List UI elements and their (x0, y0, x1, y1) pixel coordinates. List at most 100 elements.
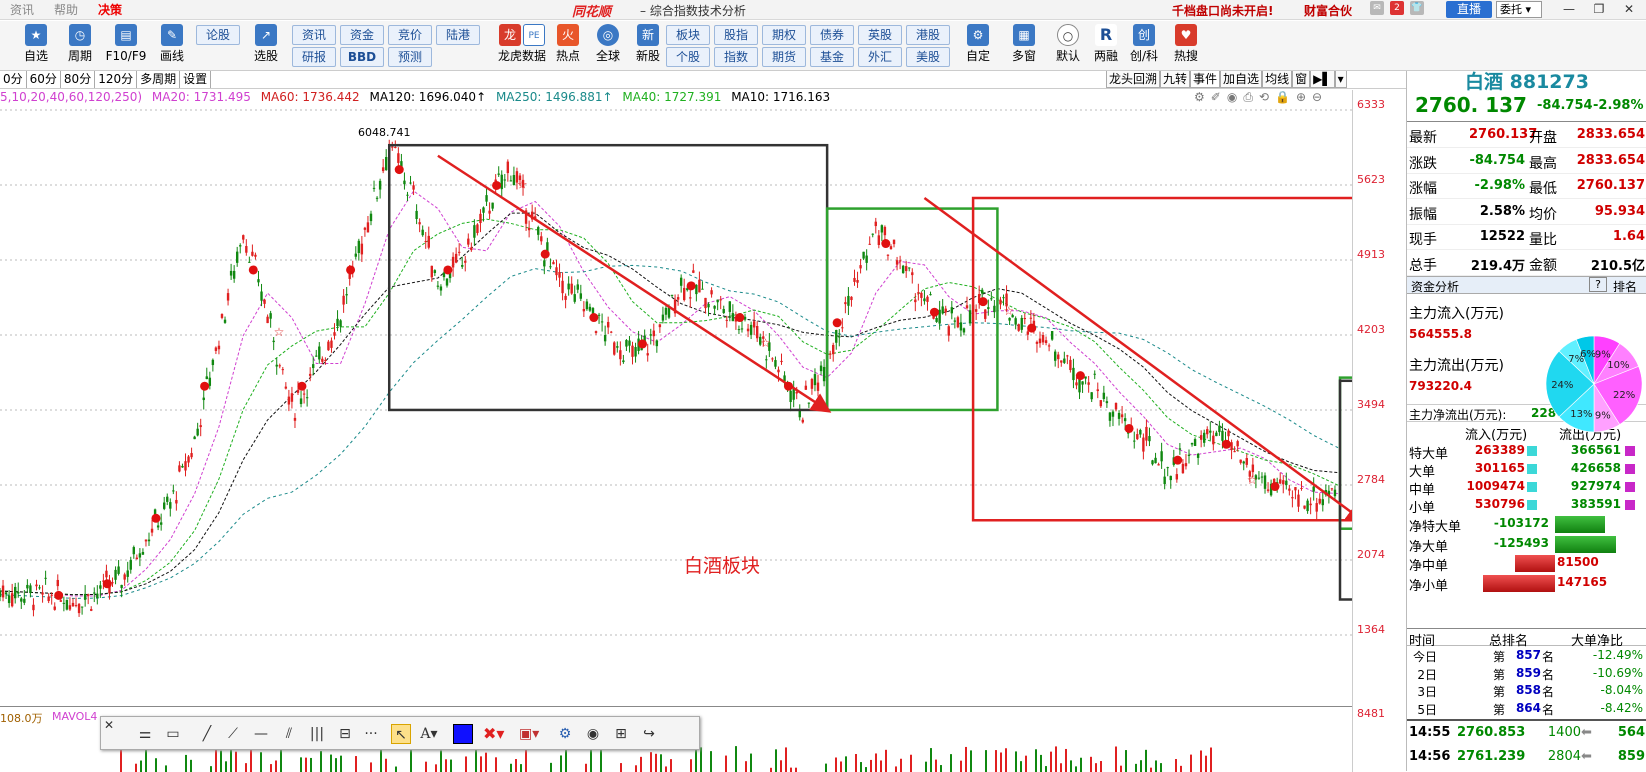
btn-stock[interactable]: 个股 (666, 47, 710, 67)
price-chart[interactable]: ☆ ☆ ☆ ☆ ☆ 6048.741 白酒板块 (0, 106, 1352, 706)
tool-custom[interactable]: ⚙ 自定 (956, 24, 1000, 63)
btn-sector[interactable]: 板块 (666, 25, 710, 45)
tab-window[interactable]: 窗 (1292, 71, 1311, 88)
btn-bonds[interactable]: 债券 (810, 25, 854, 45)
color-picker-icon[interactable] (453, 724, 473, 744)
candle-body (731, 313, 735, 322)
close-button[interactable]: ✕ (1614, 0, 1644, 19)
print-icon[interactable]: ⎙ (1243, 90, 1253, 105)
btn-index-futures[interactable]: 股指 (714, 25, 758, 45)
tool-hotspot[interactable]: 火热点 (546, 24, 590, 63)
sliders-icon[interactable]: ⚌ (135, 724, 155, 744)
shirt-icon[interactable]: 👕 (1410, 1, 1424, 15)
tool-hot-search[interactable]: ♥ 热搜 (1164, 24, 1208, 63)
tool-star-market[interactable]: 创创/科 (1122, 24, 1166, 63)
ray-icon[interactable]: ⟋ (223, 724, 243, 744)
candle-body (327, 341, 330, 351)
tab-leader-review[interactable]: 龙头回溯 (1106, 71, 1161, 88)
fan-icon[interactable]: ⫽ (279, 724, 299, 744)
eye-icon[interactable]: ◉ (1227, 90, 1237, 105)
order-dropdown[interactable]: 委托 ▾ (1496, 1, 1542, 18)
tool-draw[interactable]: ✎ 画线 (150, 24, 194, 63)
tool-multi-window[interactable]: ▦ 多窗 (1002, 24, 1046, 63)
btn-hk-stocks[interactable]: 港股 (906, 25, 950, 45)
candle-body (597, 314, 601, 316)
order-book-notice[interactable]: 千档盘口尚未开启! (1172, 2, 1273, 19)
candle-body (263, 299, 266, 304)
period-settings[interactable]: 设置 (180, 71, 212, 88)
refresh-icon[interactable]: ⟲ (1259, 90, 1269, 105)
tab-nine-turn[interactable]: 九转 (1160, 71, 1191, 88)
btn-us-stocks[interactable]: 美股 (906, 47, 950, 67)
period-120[interactable]: 120分 (95, 71, 138, 88)
tab-add-watch[interactable]: 加自选 (1220, 71, 1263, 88)
save-icon[interactable]: ▣▾ (519, 724, 539, 744)
tab-ma[interactable]: 均线 (1262, 71, 1293, 88)
parallel-icon[interactable]: ||| (307, 724, 327, 744)
brush-icon[interactable]: ✐ (1211, 90, 1221, 105)
live-button[interactable]: 直播 (1446, 1, 1492, 18)
zoom-out-icon[interactable]: ⊖ (1312, 90, 1322, 105)
tab-events[interactable]: 事件 (1190, 71, 1221, 88)
settings-icon[interactable]: ⚙ (1194, 90, 1205, 105)
bell-icon[interactable]: 2 (1390, 1, 1404, 15)
tool-f10[interactable]: ▤ F10/F9 (104, 24, 148, 63)
candle-body (175, 499, 178, 504)
period-80[interactable]: 80分 (61, 71, 96, 88)
candle-body (421, 229, 424, 236)
btn-futures[interactable]: 期货 (762, 47, 806, 67)
btn-uk-stocks[interactable]: 英股 (858, 25, 902, 45)
channel-icon[interactable]: ⊟ (335, 724, 355, 744)
more-icon[interactable]: ··· (361, 724, 381, 744)
tool-watchlist[interactable]: ★ 自选 (14, 24, 58, 63)
period-60[interactable]: 60分 (27, 71, 61, 88)
close-icon[interactable]: ✕ (99, 715, 119, 735)
btn-funds[interactable]: 资金 (340, 25, 384, 45)
tool-stock-pick[interactable]: ↗ 选股 (244, 24, 288, 63)
btn-forecast[interactable]: 预测 (388, 47, 432, 67)
candle-body (819, 365, 823, 372)
btn-research[interactable]: 研报 (292, 47, 336, 67)
lock-icon[interactable]: 🔒 (1275, 90, 1290, 105)
btn-options[interactable]: 期权 (762, 25, 806, 45)
menu-item-news[interactable]: 资讯 (0, 2, 44, 18)
play-icon[interactable]: ▶▌ (1310, 71, 1335, 88)
text-tool-icon[interactable]: A▾ (419, 724, 439, 744)
btn-hk-connect[interactable]: 陆港 (436, 25, 480, 45)
wealth-partner-link[interactable]: 财富合伙 (1304, 2, 1352, 19)
share-icon[interactable]: ↪ (639, 724, 659, 744)
delete-icon[interactable]: ✖▾ (483, 724, 504, 744)
volume-bar (930, 748, 932, 772)
btn-index[interactable]: 指数 (714, 47, 758, 67)
menu-item-help[interactable]: 帮助 (44, 2, 88, 18)
help-icon[interactable]: ? (1589, 277, 1607, 292)
btn-news[interactable]: 资讯 (292, 25, 336, 45)
btn-auction[interactable]: 竞价 (388, 25, 432, 45)
btn-funds-market[interactable]: 基金 (810, 47, 854, 67)
restore-button[interactable]: ❐ (1584, 0, 1614, 19)
btn-discuss[interactable]: 论股 (196, 25, 240, 45)
menu-item-decision[interactable]: 决策 (88, 2, 132, 18)
tool-new-stock[interactable]: 新新股 (626, 24, 670, 63)
chevron-down-icon[interactable]: ▾ (1334, 71, 1347, 88)
minimize-button[interactable]: — (1554, 0, 1584, 19)
grid-icon[interactable]: ⊞ (611, 724, 631, 744)
cursor-icon[interactable]: ↖ (391, 724, 411, 744)
line-icon[interactable]: ╱ (197, 724, 217, 744)
btn-forex[interactable]: 外汇 (858, 47, 902, 67)
tool-global[interactable]: ◎ 全球 (586, 24, 630, 63)
segment-icon[interactable]: — (251, 724, 271, 744)
fund-rank-tab[interactable]: 排名 (1613, 278, 1637, 295)
candle-body (555, 267, 558, 276)
mail-icon[interactable]: ✉ (1370, 1, 1384, 15)
zoom-in-icon[interactable]: ⊕ (1296, 90, 1306, 105)
period-multi[interactable]: 多周期 (137, 71, 181, 88)
volume-axis-label: 8481 (1357, 707, 1385, 720)
gear-icon[interactable]: ⚙ (555, 724, 575, 744)
tool-period[interactable]: ◷ 周期 (58, 24, 102, 63)
eye-icon[interactable]: ◉ (583, 724, 603, 744)
btn-bbd[interactable]: BBD (340, 47, 384, 67)
candle-body (1245, 458, 1248, 465)
period-0[interactable]: 0分 (0, 71, 27, 88)
ruler-icon[interactable]: ▭ (163, 724, 183, 744)
